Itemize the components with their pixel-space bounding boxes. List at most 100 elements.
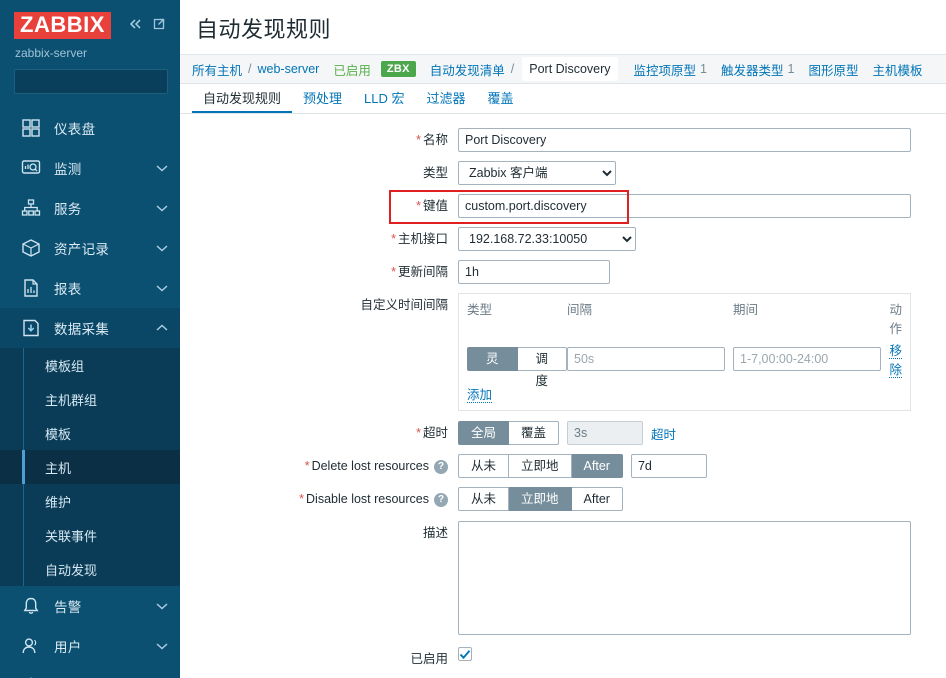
sidebar-item-inventory[interactable]: 资产记录	[0, 228, 180, 268]
form-row-key: * 键值	[180, 194, 946, 218]
breadcrumb-host-prototypes[interactable]: 主机模板	[872, 60, 922, 79]
sidebar-subitem-label: 主机	[45, 460, 72, 476]
column-header-type: 类型	[467, 303, 493, 317]
host-interface-select[interactable]: 192.168.72.33:10050	[458, 227, 636, 251]
update-interval-label-text: 更新间隔	[397, 265, 448, 279]
delete-lost-value-input[interactable]	[630, 454, 707, 478]
tab-filters[interactable]: 过滤器	[416, 84, 477, 113]
disable-lost-after-option[interactable]: After	[571, 487, 623, 511]
breadcrumb-host[interactable]: web-server	[258, 62, 320, 76]
sidebar-item-label: 仪表盘	[54, 122, 96, 137]
sidebar-item-host-groups[interactable]: 主机群组	[0, 382, 180, 416]
interval-type-scheduling[interactable]: 调度	[517, 347, 567, 388]
discovery-rule-form: *名称 类型 Zabbix 客户端 *	[180, 114, 946, 678]
custom-interval-value-input[interactable]	[567, 347, 725, 371]
monitoring-icon	[20, 157, 42, 179]
sidebar-item-administration[interactable]: 管理	[0, 666, 180, 678]
sidebar-item-discovery[interactable]: 自动发现	[0, 552, 180, 586]
column-header-action: 动作	[889, 303, 902, 336]
type-select[interactable]: Zabbix 客户端	[458, 161, 616, 185]
description-textarea[interactable]	[458, 521, 911, 635]
delete-lost-never-option[interactable]: 从未	[458, 454, 510, 478]
custom-intervals-label-text: 自定义时间间隔	[360, 298, 448, 312]
breadcrumb-graph-prototypes[interactable]: 图形原型	[808, 60, 858, 79]
sidebar-item-services[interactable]: 服务	[0, 188, 180, 228]
interval-type-flexible[interactable]: 灵活	[467, 347, 518, 388]
required-marker: *	[391, 232, 396, 246]
tab-bar: 自动发现规则 预处理 LLD 宏 过滤器 覆盖	[180, 84, 946, 114]
tab-overrides[interactable]: 覆盖	[477, 84, 525, 113]
status-badge-zbx[interactable]: ZBX	[380, 61, 416, 77]
enabled-checkbox[interactable]	[458, 647, 472, 661]
delete-lost-toggle: 从未 立即地 After	[458, 454, 623, 478]
sidebar-item-users[interactable]: 用户	[0, 626, 180, 666]
delete-lost-after-option[interactable]: After	[571, 454, 623, 478]
custom-interval-period-input[interactable]	[733, 347, 881, 371]
form-row-update-interval: * 更新间隔	[180, 260, 946, 284]
help-icon[interactable]: ?	[434, 492, 448, 507]
delete-lost-label-text: Delete lost resources	[311, 459, 429, 473]
help-icon[interactable]: ?	[434, 459, 448, 474]
form-row-delete-lost-resources: * Delete lost resources? 从未 立即地 After	[180, 454, 946, 478]
sidebar-subitem-label: 自动发现	[45, 562, 98, 578]
chevron-down-icon[interactable]	[156, 599, 168, 613]
delete-lost-immediately-option[interactable]: 立即地	[509, 454, 572, 478]
sidebar-subitem-label: 模板	[45, 426, 72, 442]
breadcrumb-item-prototypes-count: 1	[700, 62, 707, 76]
chevron-down-icon[interactable]	[156, 241, 168, 255]
chevron-down-icon[interactable]	[156, 161, 168, 175]
delete-lost-resources-label: * Delete lost resources?	[180, 454, 458, 478]
sidebar-item-templates[interactable]: 模板	[0, 416, 180, 450]
chevron-down-icon[interactable]	[156, 639, 168, 653]
timeout-override-option[interactable]: 覆盖	[509, 421, 560, 445]
name-input[interactable]	[458, 128, 911, 152]
sidebar-item-label: 数据采集	[54, 322, 110, 337]
search-input[interactable]	[22, 73, 180, 90]
chevron-down-icon[interactable]	[156, 281, 168, 295]
host-status: 已启用	[333, 63, 371, 78]
timeout-global-option[interactable]: 全局	[458, 421, 510, 445]
breadcrumb-item-prototypes[interactable]: 监控项原型	[634, 60, 697, 79]
add-interval-link[interactable]: 添加	[467, 388, 493, 403]
breadcrumb-all-hosts[interactable]: 所有主机	[192, 60, 242, 79]
enabled-label: 已启用	[180, 647, 458, 671]
key-input[interactable]	[458, 194, 911, 218]
search-box[interactable]	[14, 69, 180, 94]
sidebar-item-event-correlation[interactable]: 关联事件	[0, 518, 180, 552]
sidebar-item-maintenance[interactable]: 维护	[0, 484, 180, 518]
custom-intervals-table: 类型 间隔 期间 动作 灵活 调度 50s 1-7,00:00-24:00 移除…	[458, 293, 911, 411]
sidebar-header-icons	[127, 17, 168, 34]
sidebar-item-hosts[interactable]: 主机	[0, 450, 180, 484]
interval-type-toggle: 灵活 调度	[467, 347, 567, 388]
chevron-up-icon[interactable]	[156, 321, 168, 335]
chevron-double-left-icon[interactable]	[127, 17, 144, 34]
sidebar-item-data-collection[interactable]: 数据采集	[0, 308, 180, 348]
update-interval-input[interactable]	[458, 260, 610, 284]
sidebar: ZABBIX zabbix-server 仪表盘 监测 服务 资产记录 报表 数…	[0, 0, 180, 678]
sidebar-item-monitoring[interactable]: 监测	[0, 148, 180, 188]
column-header-interval: 间隔	[567, 303, 593, 317]
tab-preprocessing[interactable]: 预处理	[292, 84, 353, 113]
chevron-down-icon[interactable]	[156, 201, 168, 215]
breadcrumb-discovery-list[interactable]: 自动发现清单	[430, 60, 505, 79]
timeout-link[interactable]: 超时	[651, 424, 676, 443]
remove-interval-link[interactable]: 移除	[889, 344, 902, 378]
breadcrumb-trigger-prototypes[interactable]: 触发器类型	[721, 60, 784, 79]
disable-lost-immediately-option[interactable]: 立即地	[509, 487, 572, 511]
logo-row: ZABBIX	[14, 12, 168, 39]
sidebar-nav-lower: 告警 用户	[0, 586, 180, 678]
tab-discovery-rule[interactable]: 自动发现规则	[192, 84, 293, 113]
sidebar-item-reports[interactable]: 报表	[0, 268, 180, 308]
sidebar-item-alerts[interactable]: 告警	[0, 586, 180, 626]
disable-lost-label-text: Disable lost resources	[306, 492, 429, 506]
sidebar-item-template-groups[interactable]: 模板组	[0, 348, 180, 382]
breadcrumb: 所有主机 / web-server 已启用 ZBX 自动发现清单 / Port …	[180, 54, 946, 84]
disable-lost-never-option[interactable]: 从未	[458, 487, 510, 511]
zabbix-logo[interactable]: ZABBIX	[14, 12, 111, 39]
description-label: 描述	[180, 521, 458, 545]
tab-lld-macros[interactable]: LLD 宏	[353, 84, 415, 113]
collapse-pin-icon[interactable]	[152, 17, 166, 34]
sidebar-item-dashboard[interactable]: 仪表盘	[0, 108, 180, 148]
sidebar-subitem-label: 模板组	[45, 358, 85, 374]
form-row-description: 描述	[180, 521, 946, 638]
